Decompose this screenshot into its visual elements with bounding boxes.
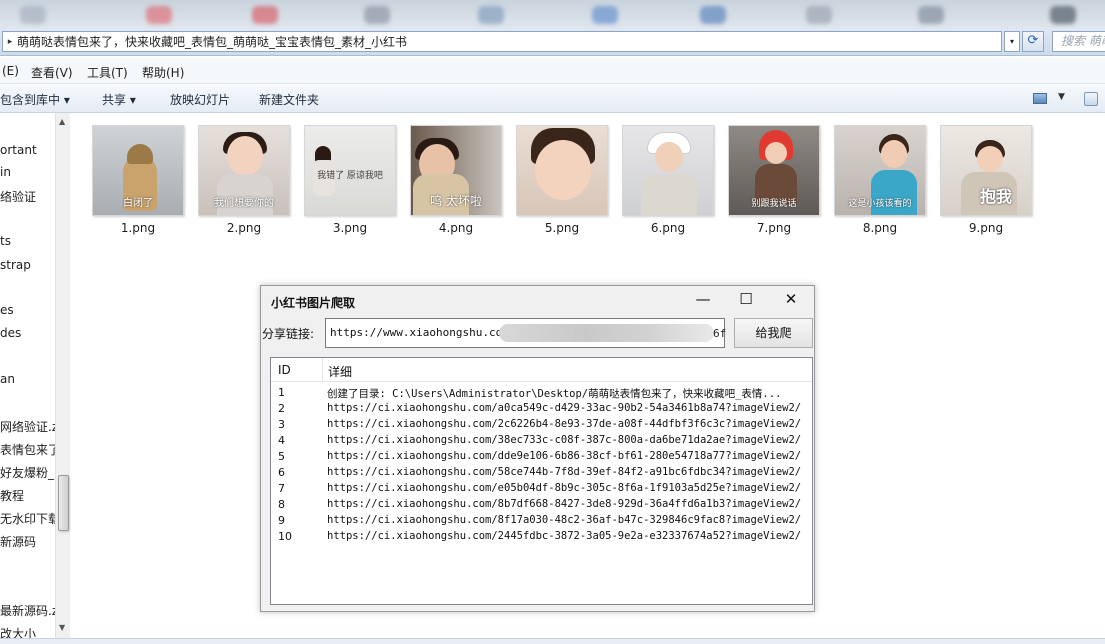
maximize-button[interactable]: ☐ bbox=[723, 287, 769, 313]
list-row[interactable]: 3 https://ci.xiaohongshu.com/2c6226b4-8e9… bbox=[271, 417, 812, 433]
column-divider[interactable] bbox=[322, 358, 323, 382]
nav-item[interactable]: 改大小 bbox=[0, 625, 36, 638]
menu-bar: (E) 查看(V) 工具(T) 帮助(H) bbox=[0, 58, 1105, 84]
file-item[interactable]: 6.png bbox=[622, 125, 714, 235]
file-item[interactable]: 这是小孩该看的 8.png bbox=[834, 125, 926, 235]
scroll-up-icon[interactable]: ▲ bbox=[59, 117, 65, 126]
menu-view[interactable]: 查看(V) bbox=[31, 64, 73, 81]
list-row[interactable]: 10 https://ci.xiaohongshu.com/2445fdbc-38… bbox=[271, 529, 812, 545]
new-folder-button[interactable]: 新建文件夹 bbox=[259, 91, 319, 108]
address-bar[interactable]: ▸ 萌萌哒表情包来了，快来收藏吧_表情包_萌萌哒_宝宝表情包_素材_小红书 bbox=[2, 31, 1002, 52]
nav-item[interactable]: 络验证 bbox=[0, 188, 36, 205]
nav-item[interactable]: an bbox=[0, 372, 15, 386]
nav-item[interactable]: es bbox=[0, 303, 14, 317]
navigation-pane: ortant in 络验证 ts strap es des an 网络验证.z … bbox=[0, 113, 55, 638]
share-link-label: 分享链接: bbox=[262, 327, 315, 341]
refresh-icon[interactable]: ⟳ bbox=[1022, 31, 1044, 52]
file-name: 2.png bbox=[226, 221, 262, 235]
file-item[interactable]: 5.png bbox=[516, 125, 608, 235]
preview-pane-icon[interactable] bbox=[1084, 92, 1098, 106]
menu-help[interactable]: 帮助(H) bbox=[142, 64, 184, 81]
nav-item[interactable]: 最新源码.z bbox=[0, 602, 55, 619]
result-list[interactable]: ID 详细 1 创建了目录: C:\Users\Administrator\Des… bbox=[270, 357, 813, 605]
nav-item[interactable]: ts bbox=[0, 234, 11, 248]
slideshow-button[interactable]: 放映幻灯片 bbox=[170, 91, 230, 108]
file-name: 3.png bbox=[332, 221, 368, 235]
status-bar bbox=[0, 638, 1105, 644]
column-header-id[interactable]: ID bbox=[278, 363, 291, 377]
menu-tools[interactable]: 工具(T) bbox=[87, 64, 128, 81]
crawler-dialog: 小红书图片爬取 — ☐ ✕ 分享链接: https://www.xiaohong… bbox=[260, 285, 815, 612]
dialog-title: 小红书图片爬取 bbox=[271, 296, 356, 310]
file-name: 9.png bbox=[968, 221, 1004, 235]
image-thumbnail-icon: 别跟我说话 bbox=[728, 125, 820, 216]
file-item[interactable]: 别跟我说话 7.png bbox=[728, 125, 820, 235]
address-bar-row: ▸ 萌萌哒表情包来了，快来收藏吧_表情包_萌萌哒_宝宝表情包_素材_小红书 ▾ … bbox=[0, 28, 1105, 56]
address-dropdown-icon[interactable]: ▾ bbox=[1004, 31, 1020, 52]
list-row[interactable]: 4 https://ci.xiaohongshu.com/38ec733c-c08… bbox=[271, 433, 812, 449]
navigation-scrollbar[interactable]: ▲ ▼ bbox=[55, 113, 70, 638]
command-toolbar: 包含到库中 ▾ 共享 ▾ 放映幻灯片 新建文件夹 ▼ bbox=[0, 85, 1105, 113]
list-row[interactable]: 6 https://ci.xiaohongshu.com/58ce744b-7f8… bbox=[271, 465, 812, 481]
image-thumbnail-icon bbox=[622, 125, 714, 216]
nav-item[interactable]: 教程 bbox=[0, 487, 24, 504]
image-thumbnail-icon: 我们想要你的 bbox=[198, 125, 290, 216]
nav-item[interactable]: ortant bbox=[0, 143, 37, 157]
crawl-button[interactable]: 给我爬 bbox=[734, 318, 813, 348]
list-row[interactable]: 7 https://ci.xiaohongshu.com/e05b04df-8b9… bbox=[271, 481, 812, 497]
nav-item[interactable]: 表情包来了 bbox=[0, 441, 55, 458]
breadcrumb-arrow-icon[interactable]: ▸ bbox=[3, 37, 17, 47]
image-thumbnail-icon: 呜 太坏啦 bbox=[410, 125, 502, 216]
list-row[interactable]: 5 https://ci.xiaohongshu.com/dde9e106-6b8… bbox=[271, 449, 812, 465]
image-thumbnail-icon: 白闭了 bbox=[92, 125, 184, 216]
view-options-arrow-icon[interactable]: ▼ bbox=[1058, 92, 1065, 102]
list-row[interactable]: 9 https://ci.xiaohongshu.com/8f17a030-48c… bbox=[271, 513, 812, 529]
image-thumbnail-icon: 这是小孩该看的 bbox=[834, 125, 926, 216]
column-header-detail[interactable]: 详细 bbox=[328, 363, 352, 380]
minimize-button[interactable]: — bbox=[680, 287, 726, 313]
scroll-down-icon[interactable]: ▼ bbox=[59, 623, 65, 632]
file-name: 8.png bbox=[862, 221, 898, 235]
nav-item[interactable]: strap bbox=[0, 258, 31, 272]
file-item[interactable]: 抱我 9.png bbox=[940, 125, 1032, 235]
nav-item[interactable]: in bbox=[0, 165, 11, 179]
nav-item[interactable]: 网络验证.z bbox=[0, 418, 55, 435]
close-button[interactable]: ✕ bbox=[768, 287, 814, 313]
image-thumbnail-icon bbox=[516, 125, 608, 216]
file-item[interactable]: 呜 太坏啦 4.png bbox=[410, 125, 502, 235]
list-row[interactable]: 1 创建了目录: C:\Users\Administrator\Desktop/萌… bbox=[271, 385, 812, 401]
image-thumbnail-icon: 抱我 bbox=[940, 125, 1032, 216]
include-in-library-button[interactable]: 包含到库中 ▾ bbox=[0, 91, 70, 108]
change-view-icon[interactable] bbox=[1033, 93, 1047, 104]
file-name: 7.png bbox=[756, 221, 792, 235]
nav-item[interactable]: 无水印下载 bbox=[0, 510, 55, 527]
share-link-tail: 6f bbox=[713, 327, 727, 340]
file-name: 5.png bbox=[544, 221, 580, 235]
file-name: 4.png bbox=[438, 221, 474, 235]
search-input[interactable]: 搜索 萌萌 bbox=[1052, 31, 1105, 52]
file-item[interactable]: 白闭了 1.png bbox=[92, 125, 184, 235]
list-row[interactable]: 2 https://ci.xiaohongshu.com/a0ca549c-d42… bbox=[271, 401, 812, 417]
file-name: 1.png bbox=[120, 221, 156, 235]
redacted-url-mask bbox=[499, 324, 714, 342]
list-row[interactable]: 8 https://ci.xiaohongshu.com/8b7df668-842… bbox=[271, 497, 812, 513]
list-header: ID 详细 bbox=[271, 358, 812, 382]
background-taskbar-strip bbox=[0, 0, 1105, 28]
scrollbar-thumb[interactable] bbox=[58, 475, 69, 531]
share-button[interactable]: 共享 ▾ bbox=[102, 91, 136, 108]
file-name: 6.png bbox=[650, 221, 686, 235]
address-path: 萌萌哒表情包来了，快来收藏吧_表情包_萌萌哒_宝宝表情包_素材_小红书 bbox=[17, 35, 408, 49]
image-thumbnail-icon: 我错了 原谅我吧 bbox=[304, 125, 396, 216]
menu-edit[interactable]: (E) bbox=[2, 64, 19, 78]
file-item[interactable]: 我错了 原谅我吧 3.png bbox=[304, 125, 396, 235]
nav-item[interactable]: 好友爆粉_ bbox=[0, 464, 54, 481]
nav-item[interactable]: des bbox=[0, 326, 21, 340]
nav-item[interactable]: 新源码 bbox=[0, 533, 36, 550]
file-item[interactable]: 我们想要你的 2.png bbox=[198, 125, 290, 235]
